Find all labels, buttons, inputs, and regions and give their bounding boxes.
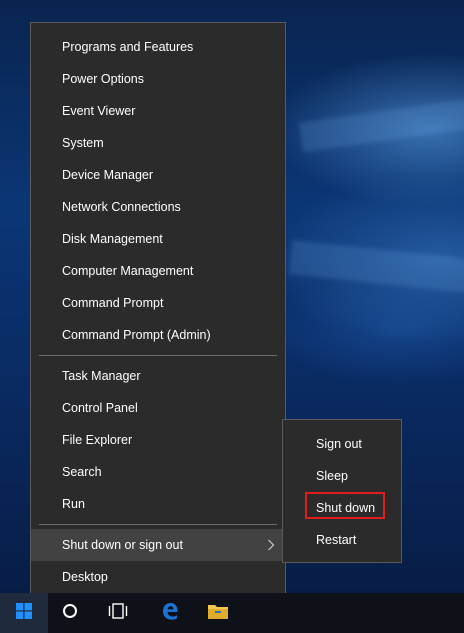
menu-item-label: Shut down or sign out — [62, 538, 183, 552]
windows-start-icon — [16, 602, 32, 624]
menu-item-file-explorer[interactable]: File Explorer — [31, 424, 285, 456]
edge-button[interactable] — [146, 593, 194, 633]
cortana-circle-icon — [62, 603, 78, 624]
menu-item-shut-down-or-sign-out[interactable]: Shut down or sign out — [31, 529, 285, 561]
menu-item-system[interactable]: System — [31, 127, 285, 159]
submenu-item-shut-down[interactable]: Shut down — [283, 492, 401, 524]
wallpaper-light-beam — [298, 97, 464, 153]
task-view-icon — [108, 602, 128, 624]
menu-item-desktop[interactable]: Desktop — [31, 561, 285, 593]
menu-item-search[interactable]: Search — [31, 456, 285, 488]
menu-item-device-manager[interactable]: Device Manager — [31, 159, 285, 191]
shutdown-submenu: Sign out Sleep Shut down Restart — [282, 419, 402, 563]
menu-item-programs-and-features[interactable]: Programs and Features — [31, 31, 285, 63]
menu-item-run[interactable]: Run — [31, 488, 285, 520]
start-button[interactable] — [0, 593, 48, 633]
file-explorer-button[interactable] — [194, 593, 242, 633]
menu-item-power-options[interactable]: Power Options — [31, 63, 285, 95]
winx-power-user-menu: Programs and Features Power Options Even… — [30, 22, 286, 600]
edge-browser-icon — [160, 601, 180, 626]
menu-separator — [39, 524, 277, 525]
submenu-item-sleep[interactable]: Sleep — [283, 460, 401, 492]
file-explorer-folder-icon — [207, 602, 229, 625]
cortana-button[interactable] — [46, 593, 94, 633]
submenu-item-sign-out[interactable]: Sign out — [283, 428, 401, 460]
menu-item-task-manager[interactable]: Task Manager — [31, 360, 285, 392]
chevron-right-icon — [267, 529, 275, 561]
task-view-button[interactable] — [94, 593, 142, 633]
taskbar — [0, 593, 464, 633]
menu-item-computer-management[interactable]: Computer Management — [31, 255, 285, 287]
wallpaper-light-beam — [288, 240, 464, 294]
menu-item-disk-management[interactable]: Disk Management — [31, 223, 285, 255]
menu-separator — [39, 355, 277, 356]
menu-item-control-panel[interactable]: Control Panel — [31, 392, 285, 424]
submenu-item-restart[interactable]: Restart — [283, 524, 401, 556]
menu-item-command-prompt-admin[interactable]: Command Prompt (Admin) — [31, 319, 285, 351]
menu-item-event-viewer[interactable]: Event Viewer — [31, 95, 285, 127]
menu-item-command-prompt[interactable]: Command Prompt — [31, 287, 285, 319]
menu-item-network-connections[interactable]: Network Connections — [31, 191, 285, 223]
